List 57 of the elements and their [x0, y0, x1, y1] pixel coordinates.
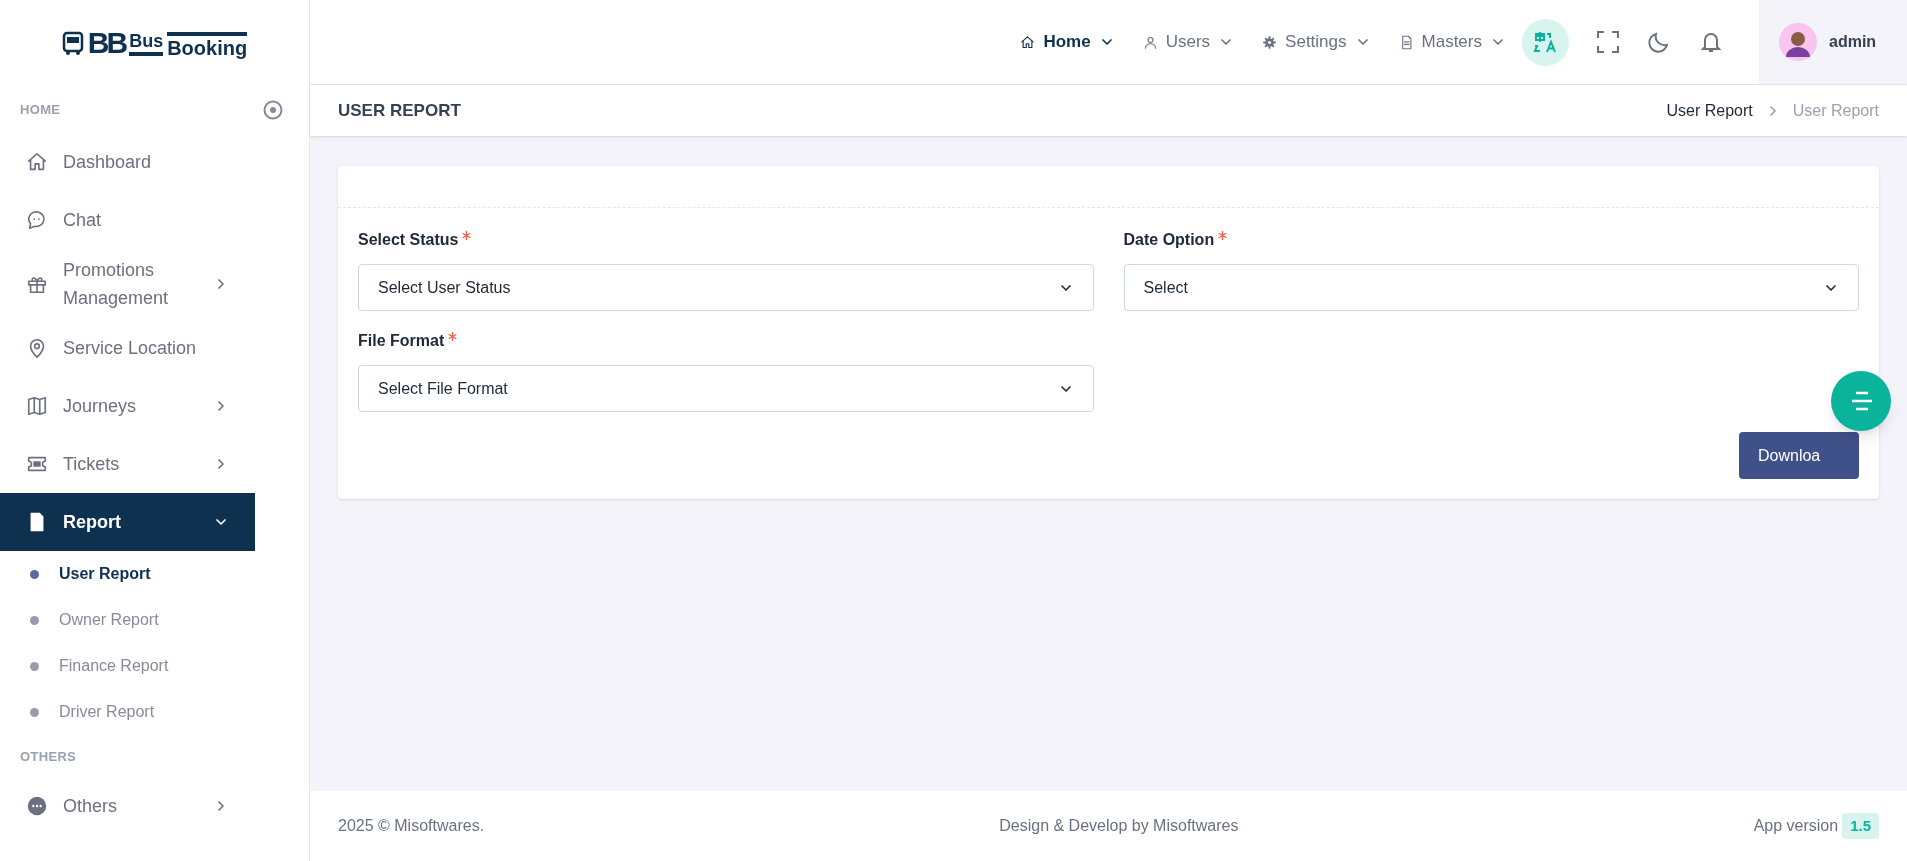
home-icon — [1020, 34, 1036, 50]
sidebar-item[interactable]: Journeys — [0, 377, 255, 435]
select-field[interactable]: Select — [1123, 264, 1859, 311]
page-title: USER REPORT — [338, 99, 461, 122]
bullet-icon — [30, 661, 39, 671]
copyright-text: 2025 © Misoftwares. — [338, 816, 485, 836]
bus-icon — [61, 29, 84, 56]
sidebar-item[interactable]: Service Location — [0, 319, 255, 377]
submenu-item[interactable]: User Report — [0, 551, 309, 597]
field-label: File Format — [358, 331, 445, 351]
fullscreen-icon[interactable] — [1597, 31, 1619, 53]
logo-word: Booking — [167, 31, 248, 58]
sidebar-item[interactable]: Chat — [0, 191, 255, 249]
sidebar-item[interactable]: Report — [0, 493, 255, 551]
field-label: Select Status — [358, 230, 459, 250]
submenu-item[interactable]: Finance Report — [0, 643, 309, 689]
submenu-item[interactable]: Owner Report — [0, 597, 309, 643]
translate-button[interactable] — [1522, 18, 1569, 66]
breadcrumb-link[interactable]: User Report — [1666, 98, 1753, 123]
moon-icon[interactable] — [1647, 30, 1671, 54]
sidebar-item[interactable]: Tickets — [0, 435, 255, 493]
submenu-item[interactable]: Driver Report — [0, 689, 309, 735]
avatar-icon — [1779, 23, 1817, 61]
menu-icon — [1850, 391, 1872, 411]
breadcrumb-current: User Report — [1792, 100, 1879, 121]
sidebar-toggle-icon[interactable] — [263, 100, 283, 120]
gear-icon — [1262, 34, 1278, 50]
top-menu[interactable]: Masters — [1398, 29, 1506, 55]
sidebar-item[interactable]: Others — [0, 777, 255, 835]
dots-circle-icon — [26, 795, 48, 817]
download-button[interactable]: Downloa — [1739, 432, 1859, 479]
bullet-icon — [30, 569, 39, 579]
bullet-icon — [30, 707, 39, 717]
select-field[interactable]: Select User Status — [358, 264, 1094, 311]
select-field[interactable]: Select File Format — [358, 365, 1094, 412]
logo-word: Bus — [129, 31, 164, 56]
bullet-icon — [30, 615, 39, 625]
chat-bubble-icon — [26, 209, 48, 231]
translate-icon — [1532, 30, 1559, 54]
sidebar-item[interactable]: Promotions Management — [0, 249, 255, 319]
user-menu[interactable]: admin — [1759, 0, 1907, 84]
field-label: Date Option — [1123, 230, 1215, 250]
map-icon — [26, 395, 48, 417]
sidebar-item[interactable]: Dashboard — [0, 133, 255, 191]
credit-text: Design & Develop by Misoftwares — [999, 816, 1239, 836]
logo-mark: BB — [87, 27, 126, 58]
section-heading: HOME — [20, 101, 61, 120]
user-icon — [1142, 34, 1158, 50]
version-label: App version — [1753, 816, 1839, 836]
top-menu[interactable]: Users — [1142, 29, 1235, 55]
home-icon — [26, 151, 48, 173]
top-menu[interactable]: Settings — [1262, 29, 1371, 55]
version-badge: 1.5 — [1842, 812, 1879, 840]
top-menu[interactable]: Home — [1020, 29, 1115, 55]
notification-bell-icon[interactable] — [1699, 30, 1723, 54]
username: admin — [1829, 32, 1877, 52]
section-heading: OTHERS — [20, 748, 77, 767]
